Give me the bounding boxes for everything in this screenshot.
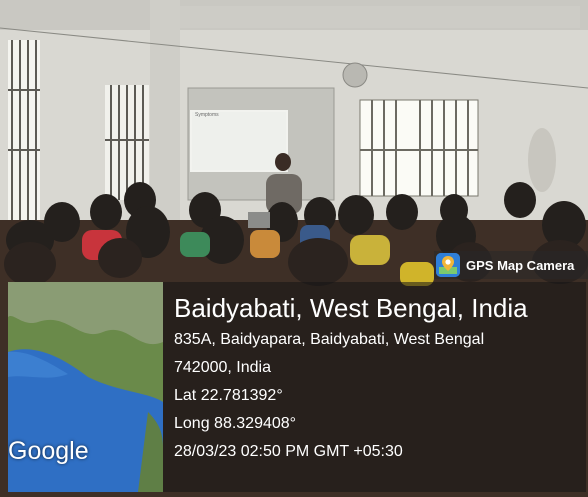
geotag-info: Baidyabati, West Bengal, India 835A, Bai… — [174, 290, 528, 466]
gps-map-camera-badge: GPS Map Camera — [434, 251, 588, 279]
datetime: 28/03/23 02:50 PM GMT +05:30 — [174, 443, 403, 460]
latitude: Lat 22.781392° — [174, 387, 283, 404]
badge-label: GPS Map Camera — [466, 257, 575, 273]
map-pin-icon — [436, 253, 460, 277]
mini-map: Google — [8, 282, 163, 492]
slide-heading: Symptoms — [195, 112, 219, 118]
location-title: Baidyabati, West Bengal, India — [174, 293, 528, 323]
longitude: Long 88.329408° — [174, 415, 297, 432]
map-brand-label: Google — [8, 437, 89, 465]
address-line-1: 835A, Baidyapara, Baidyabati, West Benga… — [174, 331, 485, 348]
photo-frame: GPS Map Camera Google Baidyabati, West B… — [0, 0, 588, 497]
address-line-2: 742000, India — [174, 359, 271, 376]
